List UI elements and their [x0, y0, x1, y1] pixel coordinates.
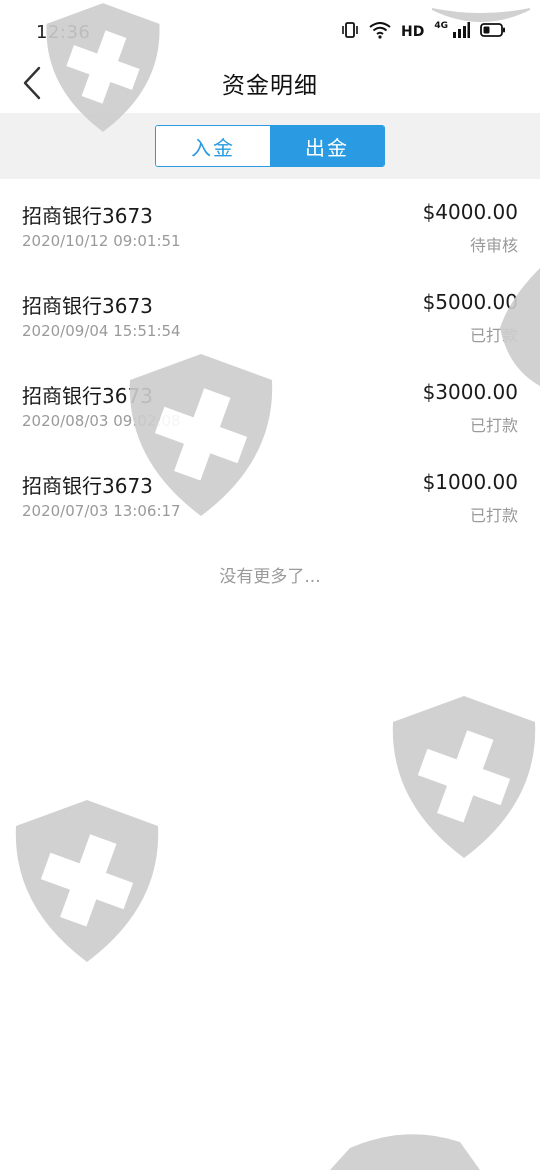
record-amount: $3000.00 [422, 380, 518, 404]
bank-name: 招商银行3673 [22, 294, 153, 318]
bank-name: 招商银行3673 [22, 474, 153, 498]
chevron-left-icon [23, 66, 41, 100]
tab-withdraw[interactable]: 出金 [270, 126, 384, 166]
list-item[interactable]: 招商银行3673 2020/08/03 09:02:08 $3000.00 已打… [0, 366, 540, 456]
battery-icon [480, 22, 506, 42]
record-amount: $1000.00 [422, 470, 518, 494]
tab-bar: 入金 出金 [0, 113, 540, 179]
status-icons: HD 4G [341, 21, 506, 43]
shield-watermark-icon [330, 1134, 480, 1170]
record-status: 已打款 [469, 506, 518, 525]
record-status: 已打款 [469, 416, 518, 435]
record-amount: $4000.00 [422, 200, 518, 224]
tab-deposit[interactable]: 入金 [156, 126, 270, 166]
hd-indicator: HD [401, 24, 425, 40]
network-type-label: 4G [434, 21, 448, 31]
page-title: 资金明细 [222, 73, 318, 99]
header: 资金明细 [0, 55, 540, 111]
record-date: 2020/08/03 09:02:08 [22, 412, 181, 430]
shield-watermark-icon [15, 800, 159, 962]
record-date: 2020/09/04 15:51:54 [22, 322, 181, 340]
bank-name: 招商银行3673 [22, 204, 153, 228]
record-list: 招商银行3673 2020/10/12 09:01:51 $4000.00 待审… [0, 186, 540, 546]
status-time: 12:36 [36, 21, 91, 43]
record-date: 2020/07/03 13:06:17 [22, 502, 181, 520]
record-amount: $5000.00 [422, 290, 518, 314]
signal-icon [452, 21, 470, 43]
back-button[interactable] [18, 63, 46, 103]
no-more-text: 没有更多了... [219, 567, 321, 587]
screen: 12:36 HD 4G 资金明细 入金 出金 招商银行3673 2020/10/… [0, 0, 540, 1170]
list-item[interactable]: 招商银行3673 2020/07/03 13:06:17 $1000.00 已打… [0, 456, 540, 546]
segmented-control: 入金 出金 [155, 125, 385, 167]
list-item[interactable]: 招商银行3673 2020/10/12 09:01:51 $4000.00 待审… [0, 186, 540, 276]
record-status: 已打款 [469, 326, 518, 345]
list-item[interactable]: 招商银行3673 2020/09/04 15:51:54 $5000.00 已打… [0, 276, 540, 366]
record-date: 2020/10/12 09:01:51 [22, 232, 181, 250]
record-status: 待审核 [469, 236, 518, 255]
wifi-icon [369, 21, 391, 43]
vibrate-icon [341, 21, 359, 43]
bank-name: 招商银行3673 [22, 384, 153, 408]
shield-watermark-icon [392, 696, 536, 858]
